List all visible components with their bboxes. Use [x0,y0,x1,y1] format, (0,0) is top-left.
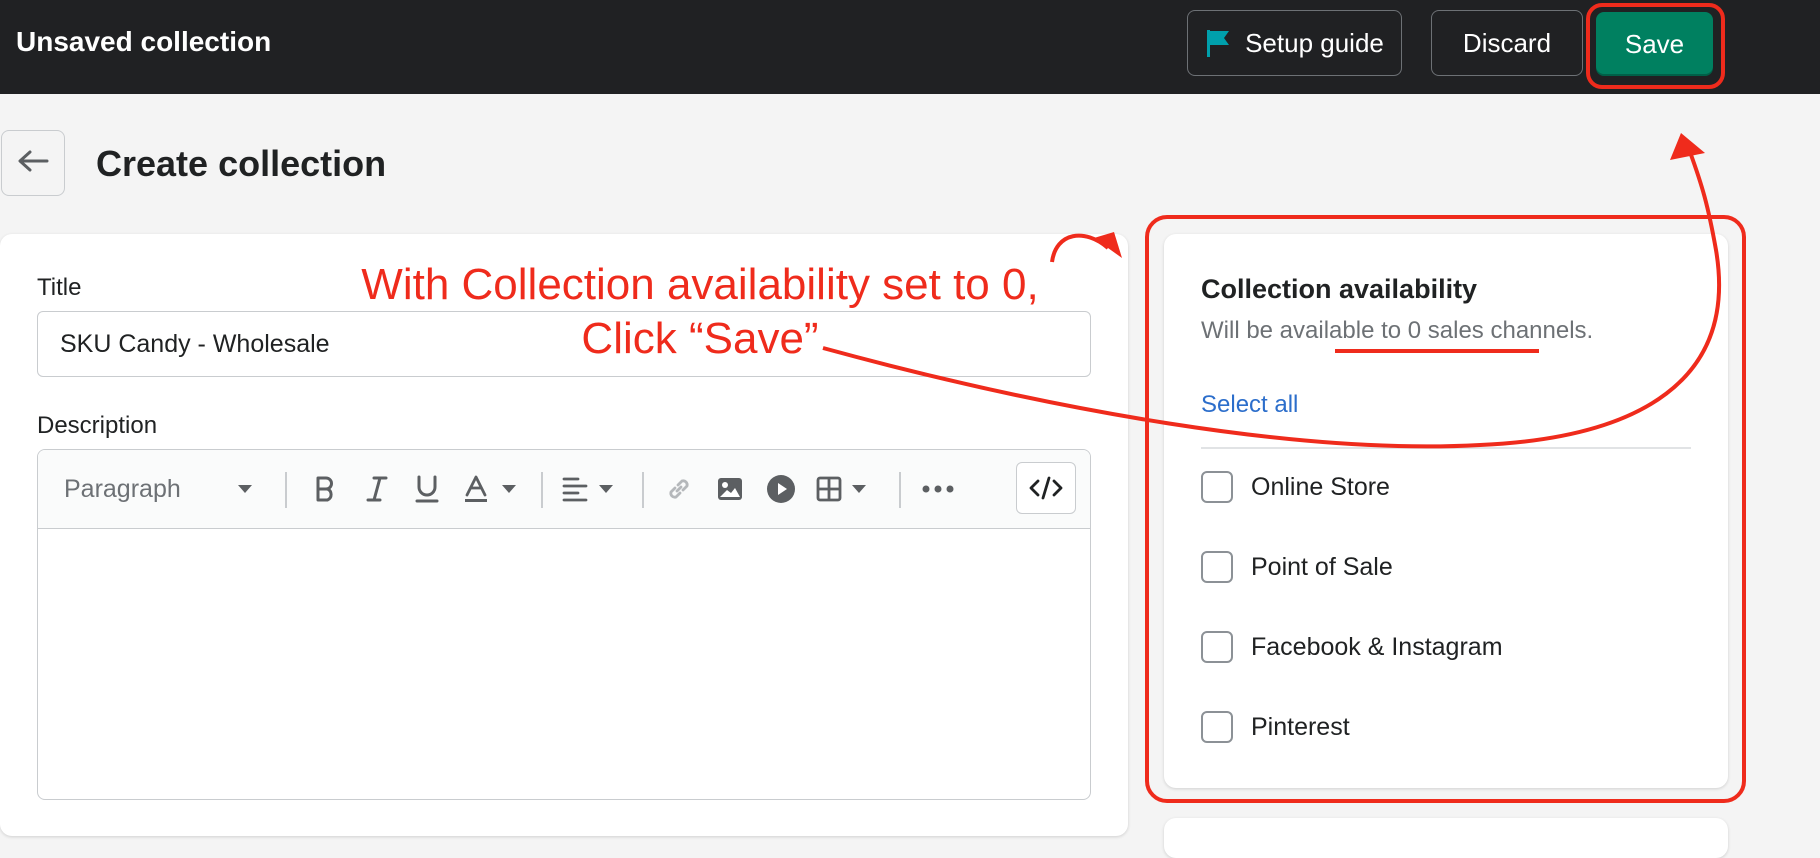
checkbox[interactable] [1201,551,1233,583]
long-arrowhead [1670,133,1705,160]
description-label: Description [37,412,158,439]
align-icon[interactable] [560,450,624,528]
select-all-link[interactable]: Select all [1201,391,1298,419]
discard-button[interactable]: Discard [1431,10,1583,76]
channel-label: Online Store [1251,472,1390,501]
back-button[interactable] [1,130,65,196]
bold-icon[interactable] [308,450,342,528]
channel-label: Pinterest [1251,712,1350,741]
flag-icon [1205,28,1231,58]
paragraph-label: Paragraph [64,474,181,503]
channel-pinterest[interactable]: Pinterest [1201,709,1350,745]
save-button[interactable]: Save [1596,12,1713,76]
table-icon[interactable] [814,450,878,528]
availability-title: Collection availability [1201,274,1478,304]
italic-icon[interactable] [360,450,394,528]
chevron-down-icon [237,484,253,494]
setup-guide-label: Setup guide [1245,27,1384,58]
divider [1201,447,1691,449]
channel-label: Point of Sale [1251,552,1393,581]
checkbox[interactable] [1201,711,1233,743]
image-icon[interactable] [713,450,747,528]
unsaved-title: Unsaved collection [16,26,272,57]
checkbox[interactable] [1201,471,1233,503]
link-icon[interactable] [662,450,696,528]
underline-icon[interactable] [410,450,444,528]
channel-point-of-sale[interactable]: Point of Sale [1201,549,1393,585]
channel-online-store[interactable]: Online Store [1201,469,1390,505]
video-icon[interactable] [764,450,798,528]
top-bar: Unsaved collection Setup guide Discard S… [0,0,1820,94]
setup-guide-button[interactable]: Setup guide [1187,10,1402,76]
arrow-left-icon [17,149,49,178]
page-title: Create collection [96,143,387,184]
title-label: Title [37,274,82,301]
text-color-icon[interactable] [462,450,526,528]
toolbar-divider [642,472,644,508]
toolbar-divider [899,472,901,508]
channel-label: Facebook & Instagram [1251,632,1503,661]
secondary-card [1164,818,1728,858]
channel-facebook-instagram[interactable]: Facebook & Instagram [1201,629,1503,665]
code-icon[interactable] [1016,462,1076,514]
toolbar-divider [541,472,543,508]
annotation-line-2: Click “Save” [581,314,819,363]
description-editor: Paragraph [37,449,1091,800]
editor-toolbar: Paragraph [38,450,1090,529]
availability-subtitle: Will be available to 0 sales channels. [1201,317,1594,344]
more-icon[interactable] [918,450,958,528]
annotation-line-1: With Collection availability set to 0, [361,260,1039,309]
paragraph-select[interactable]: Paragraph [64,450,253,528]
toolbar-divider [285,472,287,508]
checkbox[interactable] [1201,631,1233,663]
